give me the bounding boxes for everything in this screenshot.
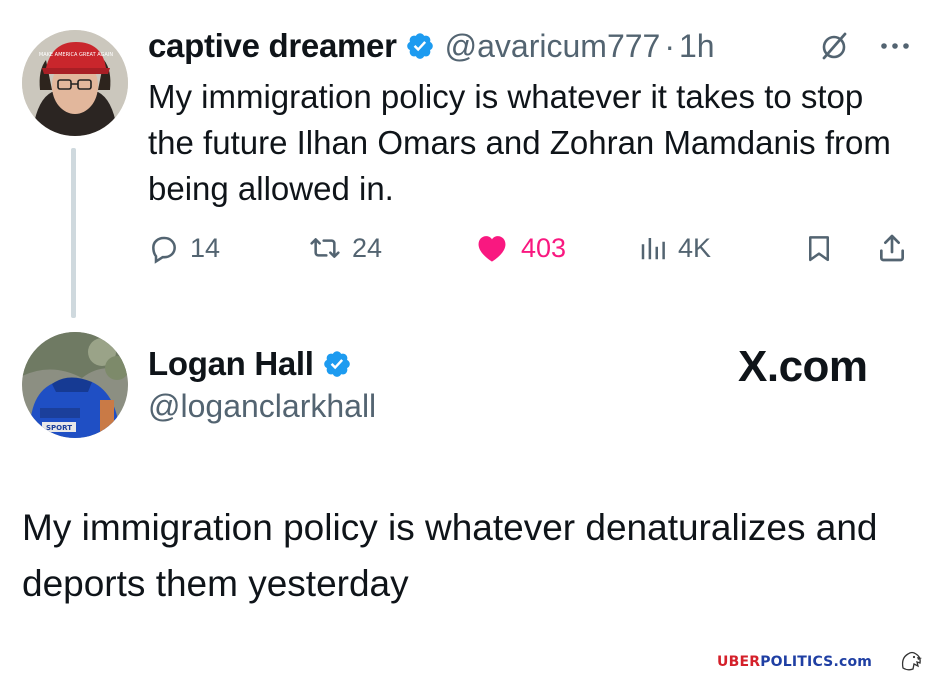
jacket-text: SPORT (46, 424, 72, 432)
author-name[interactable]: Logan Hall (148, 345, 314, 383)
reply-button[interactable]: 14 (148, 224, 220, 272)
author-handle[interactable]: @avaricum777 (445, 28, 661, 65)
verified-badge-icon (322, 349, 352, 379)
thread-connector-line (71, 148, 76, 318)
tweet1-text: My immigration policy is whatever it tak… (148, 78, 891, 207)
avatar-captive-dreamer[interactable]: MAKE AMERICA GREAT AGAIN (22, 30, 128, 136)
bookmark-icon (804, 231, 834, 265)
watermark-part-b: POLITICS.com (760, 654, 873, 670)
share-button[interactable] (876, 224, 908, 272)
views-icon (638, 232, 668, 264)
verified-badge-icon (405, 31, 435, 61)
hat-text: MAKE AMERICA GREAT AGAIN (39, 52, 113, 58)
watermark-part-a: UBER (717, 654, 761, 670)
heart-icon (473, 231, 511, 265)
avatar-logan-hall[interactable]: SPORT (22, 332, 128, 438)
avatar-photo: MAKE AMERICA GREAT AGAIN (22, 30, 128, 136)
tweet2-text: My immigration policy is whatever denatu… (22, 507, 878, 604)
share-icon (876, 231, 908, 265)
retweet-button[interactable]: 24 (308, 224, 382, 272)
eagle-icon (898, 648, 926, 674)
author-name[interactable]: captive dreamer (148, 27, 397, 65)
retweet-count: 24 (352, 232, 383, 263)
avatar-photo: SPORT (22, 332, 128, 438)
like-count: 403 (521, 232, 567, 263)
more-options-icon[interactable] (876, 30, 914, 62)
tweet2-header: Logan Hall (148, 344, 352, 384)
site-watermark: UBERPOLITICS.com (717, 654, 872, 670)
xcom-brand-label: X.com (738, 342, 868, 391)
like-button[interactable]: 403 (473, 224, 566, 272)
tweet1-action-bar: 14 24 403 4K (148, 224, 918, 272)
tweet-timestamp[interactable]: 1h (679, 28, 715, 65)
reply-icon (148, 232, 180, 264)
reply-count: 14 (190, 232, 221, 263)
views-button[interactable]: 4K (638, 224, 711, 272)
bookmark-button[interactable] (804, 224, 834, 272)
author-handle[interactable]: @loganclarkhall (148, 388, 376, 425)
separator-dot: · (664, 27, 675, 64)
grok-icon[interactable] (818, 30, 850, 62)
retweet-icon (308, 232, 342, 264)
view-count: 4K (678, 232, 712, 263)
tweet1-header: captive dreamer @avaricum777 · 1h (148, 26, 715, 66)
